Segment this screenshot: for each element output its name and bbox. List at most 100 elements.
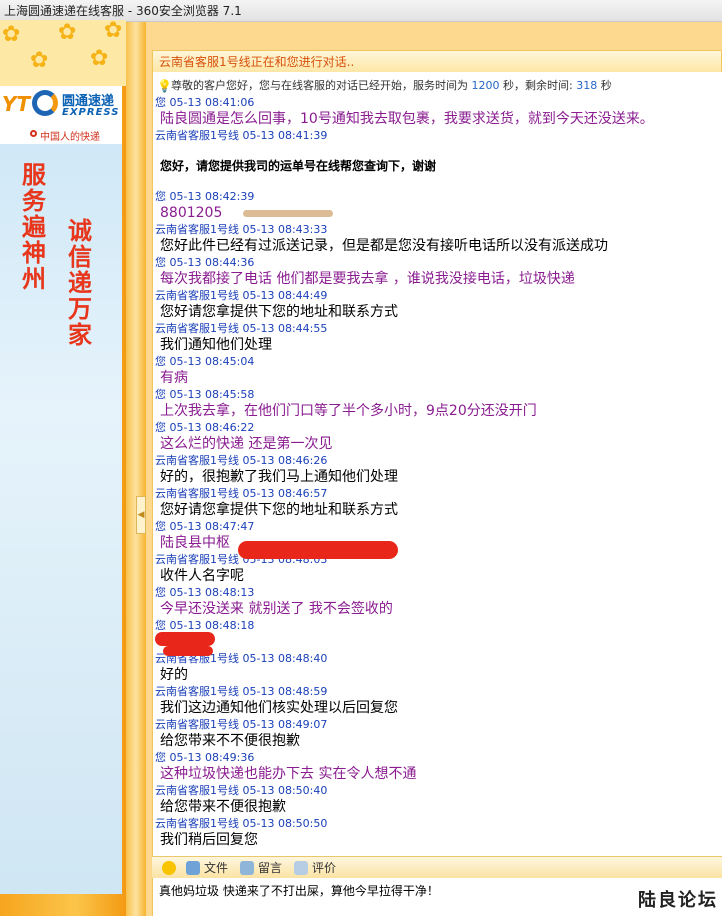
message-text: 我们稍后回复您: [160, 832, 258, 848]
message-header: 您 05-13 08:42:39: [155, 190, 254, 204]
message-text: 给您带来不不便很抱歉: [160, 733, 300, 749]
notice-suffix: 秒: [600, 79, 612, 92]
message-time: 05-13 08:48:40: [242, 652, 328, 665]
note-icon: [240, 861, 254, 875]
slogan-vertical-right: 诚信递万家: [68, 217, 92, 349]
message-input[interactable]: 真他妈垃圾 快递来了不打出屎，算他今早拉得干净！: [152, 878, 722, 916]
window-title: 上海圆通速递在线客服 - 360安全浏览器 7.1: [0, 0, 722, 22]
message-time: 05-13 08:49:36: [169, 751, 255, 764]
chat-message: 云南省客服1号线 05-13 08:46:57 您好请您拿提供下您的地址和联系方式: [155, 487, 398, 519]
message-text: 每次我都接了电话 他们都是要我去拿 ，谁说我没接电话，垃圾快递: [160, 271, 575, 287]
chat-message: 您 05-13 08:44:36 每次我都接了电话 他们都是要我去拿 ，谁说我没接…: [155, 256, 575, 288]
message-button[interactable]: 留言: [240, 857, 282, 879]
message-text: 陆良圆通是怎么回事，10号通知我去取包裹，我要求送货，就到今天还没送来。: [160, 111, 654, 127]
brand-name-en: EXPRESS: [62, 107, 120, 118]
flower-icon: ✿: [30, 48, 49, 73]
file-button[interactable]: 文件: [186, 857, 228, 879]
rate-button[interactable]: 评价: [294, 857, 336, 879]
collapse-arrow-icon[interactable]: ◀: [136, 496, 146, 534]
message-time: 05-13 08:45:04: [169, 355, 255, 368]
message-header: 云南省客服1号线 05-13 08:49:07: [155, 718, 327, 732]
redaction-scribble: [163, 646, 213, 656]
chat-message: 云南省客服1号线 05-13 08:49:07 给您带来不不便很抱歉: [155, 718, 327, 750]
message-time: 05-13 08:46:22: [169, 421, 255, 434]
message-text: 给您带来不便很抱歉: [160, 799, 286, 815]
forum-watermark: 陆良论坛: [638, 890, 718, 911]
message-sender: 云南省客服1号线: [155, 553, 239, 566]
flower-icon: ✿: [58, 20, 77, 45]
message-sender: 您: [155, 190, 166, 203]
message-time: 05-13 08:49:07: [242, 718, 328, 731]
chat-message: 您 05-13 08:42:39 8801205: [155, 190, 254, 222]
message-text: 您好请您拿提供下您的地址和联系方式: [160, 304, 398, 320]
message-time: 05-13 08:46:57: [242, 487, 328, 500]
message-time: 05-13 08:50:40: [242, 784, 328, 797]
message-time: 05-13 08:44:36: [169, 256, 255, 269]
message-header: 云南省客服1号线 05-13 08:48:59: [155, 685, 398, 699]
chat-message: 云南省客服1号线 05-13 08:43:33 您好此件已经有过派送记录，但是都是…: [155, 223, 608, 255]
message-sender: 云南省客服1号线: [155, 223, 239, 236]
redaction-scribble: [155, 632, 215, 646]
message-header: 云南省客服1号线 05-13 08:50:50: [155, 817, 327, 831]
flower-icon: ✿: [90, 46, 109, 71]
message-sender: 您: [155, 256, 166, 269]
rate-label: 评价: [312, 861, 337, 875]
message-label: 留言: [258, 861, 283, 875]
message-header: 云南省客服1号线 05-13 08:44:55: [155, 322, 327, 336]
rate-icon: [294, 861, 308, 875]
message-header: 您 05-13 08:48:18: [155, 619, 254, 633]
message-text: 这么烂的快递 还是第一次见: [160, 436, 333, 452]
message-text: 您好请您拿提供下您的地址和联系方式: [160, 502, 398, 518]
message-time: 05-13 08:42:39: [169, 190, 255, 203]
message-text: 您好，请您提供我司的运单号在线帮您查询下，谢谢: [160, 159, 437, 173]
lightbulb-icon: 💡: [157, 79, 172, 93]
message-header: 云南省客服1号线 05-13 08:43:33: [155, 223, 608, 237]
chat-transcript[interactable]: 💡 尊敬的客户您好，您与在线客服的对话已经开始，服务时间为 1200 秒，剩余时…: [152, 72, 722, 856]
chat-message: 云南省客服1号线 05-13 08:44:49 您好请您拿提供下您的地址和联系方式: [155, 289, 398, 321]
message-header: 云南省客服1号线 05-13 08:46:26: [155, 454, 398, 468]
message-sender: 您: [155, 388, 166, 401]
chat-message: 云南省客服1号线 05-13 08:41:39 您好，请您提供我司的运单号在线帮您…: [155, 129, 436, 175]
brand-logo: YT 圆通速递 EXPRESS 中国人的快递: [0, 86, 122, 144]
system-notice: 💡 尊敬的客户您好，您与在线客服的对话已经开始，服务时间为 1200 秒，剩余时…: [153, 76, 722, 96]
message-time: 05-13 08:47:47: [169, 520, 255, 533]
chat-message: 云南省客服1号线 05-13 08:50:40 给您带来不便很抱歉: [155, 784, 327, 816]
redaction-scribble: [238, 541, 398, 559]
emoji-button[interactable]: [162, 857, 180, 879]
message-text: 好的: [160, 667, 188, 683]
chat-message: 您 05-13 08:45:04 有病: [155, 355, 254, 387]
message-time: 05-13 08:41:06: [169, 96, 255, 109]
message-text: 上次我去拿，在他们门口等了半个多小时，9点20分还没开门: [160, 403, 537, 419]
chat-message: 您 05-13 08:41:06 陆良圆通是怎么回事，10号通知我去取包裹，我要求…: [155, 96, 654, 128]
panel-splitter[interactable]: [126, 22, 146, 916]
service-seconds: 1200: [471, 79, 500, 92]
message-header: 您 05-13 08:47:47: [155, 520, 254, 534]
notice-middle: 秒，剩余时间:: [503, 79, 573, 92]
message-sender: 云南省客服1号线: [155, 784, 239, 797]
message-time: 05-13 08:44:49: [242, 289, 328, 302]
chat-message: 云南省客服1号线 05-13 08:46:26 好的，很抱歉了我们马上通知他们处理: [155, 454, 398, 486]
message-text: 我们这边通知他们核实处理以后回复您: [160, 700, 398, 716]
message-sender: 云南省客服1号线: [155, 322, 239, 335]
message-header: 您 05-13 08:46:22: [155, 421, 332, 435]
message-sender: 云南省客服1号线: [155, 817, 239, 830]
message-header: 您 05-13 08:41:06: [155, 96, 654, 110]
chat-message: 您 05-13 08:49:36 这种垃圾快递也能办下去 实在令人想不通: [155, 751, 416, 783]
message-sender: 您: [155, 586, 166, 599]
message-sender: 您: [155, 619, 166, 632]
message-text: 收件人名字呢: [160, 568, 244, 584]
message-header: 您 05-13 08:48:13: [155, 586, 393, 600]
message-header: 云南省客服1号线 05-13 08:50:40: [155, 784, 327, 798]
message-time: 05-13 08:48:59: [242, 685, 328, 698]
brand-background: [0, 86, 122, 894]
chat-message: 您 05-13 08:48:13 今早还没送来 就别送了 我不会签收的: [155, 586, 393, 618]
chat-status-header: 云南省客服1号线正在和您进行对话..: [152, 50, 722, 72]
message-text: 我们通知他们处理: [160, 337, 272, 353]
message-header: 您 05-13 08:44:36: [155, 256, 575, 270]
message-sender: 云南省客服1号线: [155, 487, 239, 500]
remaining-seconds: 318: [576, 79, 598, 92]
chat-message: 您 05-13 08:46:22 这么烂的快递 还是第一次见: [155, 421, 332, 453]
message-text: 您好此件已经有过派送记录，但是都是您没有接听电话所以没有派送成功: [160, 238, 608, 254]
message-header: 云南省客服1号线 05-13 08:44:49: [155, 289, 398, 303]
message-time: 05-13 08:50:50: [242, 817, 328, 830]
